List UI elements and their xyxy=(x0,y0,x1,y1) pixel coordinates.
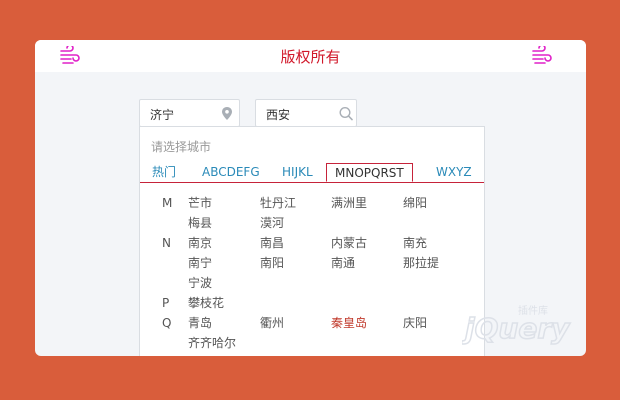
list-item: 南宁 南阳 南通 那拉提 xyxy=(140,255,484,275)
city-item[interactable]: 满洲里 xyxy=(331,195,367,211)
city-item[interactable]: 攀枝花 xyxy=(188,295,224,311)
list-item: 梅县 漠河 xyxy=(140,215,484,235)
list-item: Q 青岛 衢州 秦皇岛 庆阳 xyxy=(140,315,484,335)
city-item[interactable]: 庆阳 xyxy=(403,315,427,331)
city-item[interactable]: 南宁 xyxy=(188,255,212,271)
tab-hot[interactable]: 热门 xyxy=(152,165,176,182)
city-item[interactable]: 漠河 xyxy=(260,215,284,231)
city-item[interactable]: 内蒙古 xyxy=(331,235,367,251)
search-icon xyxy=(339,106,353,121)
tab-wxyz[interactable]: WXYZ xyxy=(436,165,472,182)
city-item[interactable]: 那拉提 xyxy=(403,255,439,271)
city-item[interactable]: 南通 xyxy=(331,255,355,271)
header-bar: 版权所有 xyxy=(35,40,586,72)
city-item[interactable]: 宁波 xyxy=(188,275,212,291)
city-item[interactable]: 青岛 xyxy=(188,315,212,331)
picker-tabs: 热门 ABCDEFG HIJKL MNOPQRST WXYZ xyxy=(140,163,484,183)
list-item: 齐齐哈尔 xyxy=(140,335,484,355)
picker-hint: 请选择城市 xyxy=(151,140,212,154)
city-item[interactable]: 梅县 xyxy=(188,215,212,231)
group-letter: M xyxy=(162,196,173,210)
page-title: 版权所有 xyxy=(280,48,341,66)
tab-abcdefg[interactable]: ABCDEFG xyxy=(202,165,260,182)
city-item[interactable]: 衢州 xyxy=(260,315,284,331)
list-item: 宁波 xyxy=(140,275,484,295)
wind-icon xyxy=(532,46,552,64)
to-city-value: 西安 xyxy=(266,108,291,122)
city-picker-panel: 请选择城市 热门 ABCDEFG HIJKL MNOPQRST WXYZ M 芒… xyxy=(139,126,485,356)
city-item[interactable]: 牡丹江 xyxy=(260,195,296,211)
location-pin-icon xyxy=(222,107,232,120)
city-item[interactable]: 南阳 xyxy=(260,255,284,271)
city-item[interactable]: 南京 xyxy=(188,235,212,251)
watermark-logo: jQuery 插件库 xyxy=(462,304,572,346)
watermark-text: jQuery xyxy=(462,312,571,345)
city-item[interactable]: 芒市 xyxy=(188,195,212,211)
group-letter: P xyxy=(162,296,170,310)
city-item[interactable]: 绵阳 xyxy=(403,195,427,211)
city-item[interactable]: 南充 xyxy=(403,235,427,251)
to-city-input[interactable]: 西安 xyxy=(255,99,357,127)
list-item: M 芒市 牡丹江 满洲里 绵阳 xyxy=(140,195,484,215)
list-item: N 南京 南昌 内蒙古 南充 xyxy=(140,235,484,255)
city-item[interactable]: 南昌 xyxy=(260,235,284,251)
city-item[interactable]: 齐齐哈尔 xyxy=(188,335,236,351)
watermark-subtext: 插件库 xyxy=(518,304,548,317)
city-list: M 芒市 牡丹江 满洲里 绵阳 梅县 漠河 N 南京 南昌 内蒙古 南充 南宁 … xyxy=(140,195,484,355)
from-city-value: 济宁 xyxy=(150,108,175,122)
group-letter: N xyxy=(162,236,171,250)
list-item: P 攀枝花 xyxy=(140,295,484,315)
from-city-input[interactable]: 济宁 xyxy=(139,99,240,127)
group-letter: Q xyxy=(162,316,172,330)
city-item-highlighted[interactable]: 秦皇岛 xyxy=(331,315,367,331)
tab-hijkl[interactable]: HIJKL xyxy=(282,165,313,182)
tab-mnopqrst[interactable]: MNOPQRST xyxy=(326,163,413,182)
